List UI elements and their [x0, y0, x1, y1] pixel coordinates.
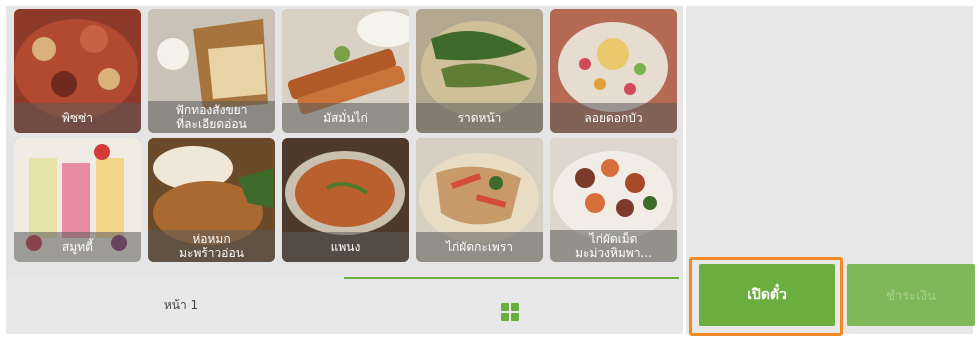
pay-button[interactable]: ชำระเงิน [847, 264, 975, 326]
menu-item-label: ไก่ผัดกะเพรา [445, 240, 514, 254]
menu-item-pumpkin-custard[interactable]: ฟักทองสังขยา ที่ละเอียดอ่อน [148, 9, 275, 133]
menu-item-label: สมูทตี้ [62, 240, 93, 254]
grid-view-icon[interactable] [501, 303, 519, 321]
menu-item-label: แพนง [330, 240, 361, 254]
menu-item-massaman-chicken[interactable]: มัสมั่นไก่ [282, 9, 409, 133]
menu-item-label: ฟักทองสังขยา ที่ละเอียดอ่อน [175, 103, 248, 131]
pager-bar: หน้า 1 [6, 276, 683, 334]
menu-item-label: ราดหน้า [457, 111, 502, 125]
open-ticket-button[interactable]: เปิดตั๋ว [699, 264, 835, 326]
menu-item-loi-dok-bua[interactable]: ลอยดอกบัว [550, 9, 677, 133]
menu-item-hor-mok[interactable]: ห่อหมก มะพร้าวอ่อน [148, 138, 275, 262]
page-indicator[interactable]: หน้า 1 [26, 276, 336, 334]
menu-item-pizza[interactable]: พิซซ่า [14, 9, 141, 133]
menu-item-rad-na[interactable]: ราดหน้า [416, 9, 543, 133]
menu-item-cashew-chicken[interactable]: ไก่ผัดเม็ด มะม่วงหิมพา... [550, 138, 677, 262]
menu-grid: พิซซ่า ฟักทองสังขยา ที่ละเอียดอ่อน มัสมั… [6, 6, 683, 276]
active-tab-underline [344, 277, 679, 279]
menu-panel: พิซซ่า ฟักทองสังขยา ที่ละเอียดอ่อน มัสมั… [6, 6, 683, 334]
menu-item-label: ห่อหมก มะพร้าวอ่อน [179, 232, 244, 260]
menu-item-label: พิซซ่า [62, 111, 93, 125]
menu-item-label: มัสมั่นไก่ [323, 111, 368, 125]
menu-item-smoothie[interactable]: สมูทตี้ [14, 138, 141, 262]
menu-item-panang[interactable]: แพนง [282, 138, 409, 262]
menu-item-label: ลอยดอกบัว [584, 111, 643, 125]
menu-item-kaprao-chicken[interactable]: ไก่ผัดกะเพรา [416, 138, 543, 262]
menu-item-label: ไก่ผัดเม็ด มะม่วงหิมพา... [575, 232, 652, 260]
